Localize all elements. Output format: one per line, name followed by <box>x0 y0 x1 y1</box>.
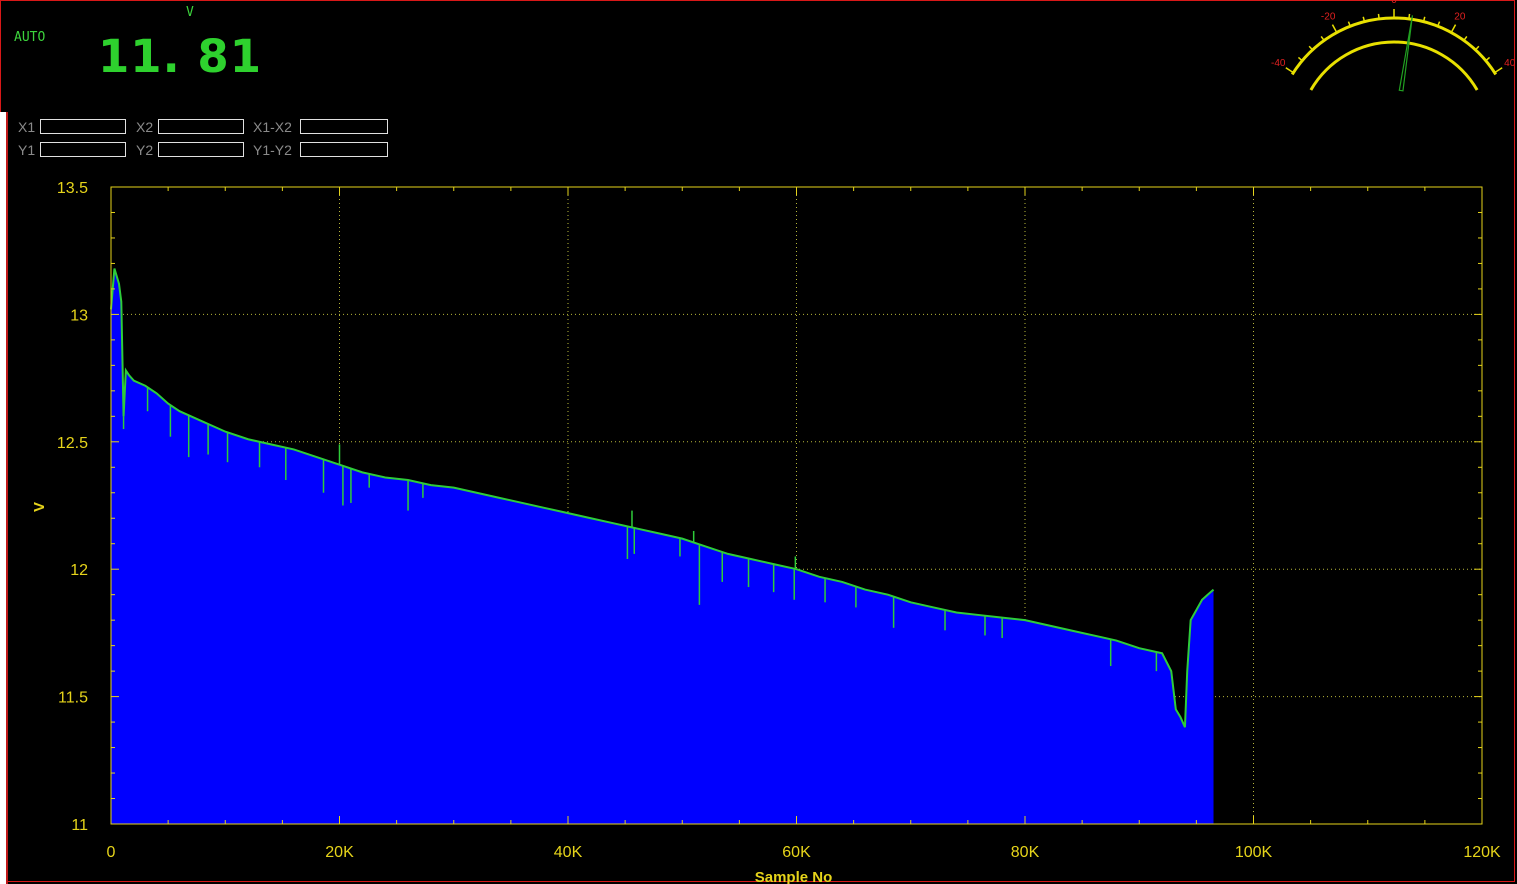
y-tick-label: 12 <box>70 562 88 579</box>
series-area-fill <box>111 268 1214 824</box>
y-tick-label: 13 <box>70 307 88 324</box>
x-tick-label: 100K <box>1235 844 1273 861</box>
voltage-chart[interactable]: 0 20K 40K 60K 80K 100K 120K 11 11.5 12 12.5 13 13.5 S… <box>0 0 1517 884</box>
y-tick-label: 11 <box>71 817 88 834</box>
x-axis-title: Sample No <box>755 869 833 884</box>
y-tick-label: 11.5 <box>58 690 88 707</box>
x-tick-label: 80K <box>1011 844 1040 861</box>
x-tick-label: 40K <box>554 844 583 861</box>
x-tick-label: 120K <box>1463 844 1501 861</box>
y-axis-title: V <box>31 502 48 512</box>
y-tick-label: 12.5 <box>57 435 88 452</box>
y-tick-label: 13.5 <box>57 180 88 197</box>
x-tick-label: 20K <box>325 844 354 861</box>
x-tick-label: 60K <box>782 844 811 861</box>
x-tick-label: 0 <box>107 844 116 861</box>
